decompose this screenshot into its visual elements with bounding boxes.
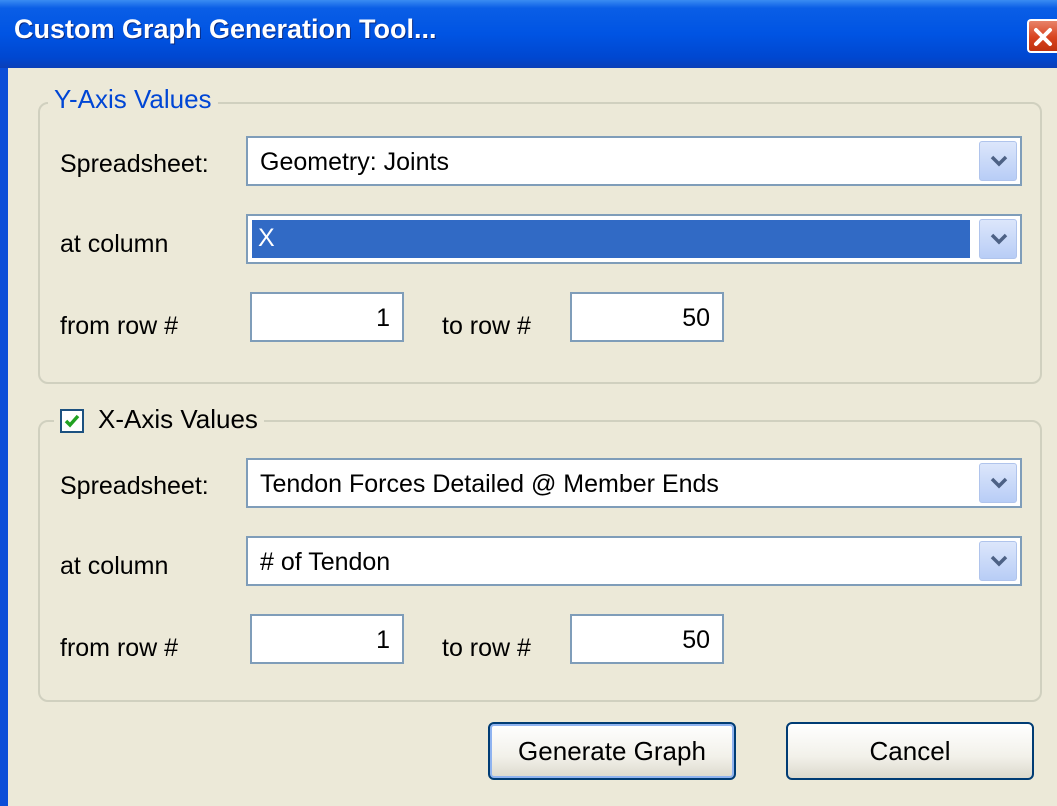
dialog-window: Custom Graph Generation Tool... Y-Axis V… <box>0 0 1057 806</box>
y-to-row-label: to row # <box>442 312 531 340</box>
x-from-row-input[interactable]: 1 <box>250 614 404 664</box>
checkmark-icon <box>64 414 80 428</box>
y-to-row-value: 50 <box>682 304 710 332</box>
x-spreadsheet-value: Tendon Forces Detailed @ Member Ends <box>260 470 719 498</box>
x-column-dropdown-button[interactable] <box>979 541 1017 581</box>
x-from-row-label: from row # <box>60 634 179 662</box>
x-axis-legend: X-Axis Values <box>98 404 258 434</box>
close-button[interactable] <box>1027 19 1057 53</box>
close-icon <box>1034 28 1052 46</box>
cancel-button[interactable]: Cancel <box>786 722 1034 780</box>
x-to-row-value: 50 <box>682 626 710 654</box>
x-to-row-input[interactable]: 50 <box>570 614 724 664</box>
y-spreadsheet-label: Spreadsheet: <box>60 150 209 178</box>
y-column-dropdown[interactable]: X <box>246 214 1022 264</box>
x-to-row-label: to row # <box>442 634 531 662</box>
x-spreadsheet-dropdown[interactable]: Tendon Forces Detailed @ Member Ends <box>246 458 1022 508</box>
y-from-row-value: 1 <box>376 304 390 332</box>
y-spreadsheet-value: Geometry: Joints <box>260 148 449 176</box>
x-axis-checkbox[interactable] <box>60 409 84 433</box>
chevron-down-icon <box>990 155 1008 167</box>
y-column-label: at column <box>60 230 169 258</box>
y-axis-legend: Y-Axis Values <box>48 84 218 115</box>
generate-graph-button[interactable]: Generate Graph <box>488 722 736 780</box>
y-spreadsheet-dropdown[interactable]: Geometry: Joints <box>246 136 1022 186</box>
x-axis-legend-wrap: X-Axis Values <box>54 404 264 438</box>
x-column-label: at column <box>60 552 169 580</box>
chevron-down-icon <box>990 233 1008 245</box>
y-column-dropdown-button[interactable] <box>979 219 1017 259</box>
y-from-row-input[interactable]: 1 <box>250 292 404 342</box>
y-column-value: X <box>258 224 275 252</box>
x-spreadsheet-label: Spreadsheet: <box>60 472 209 500</box>
x-from-row-value: 1 <box>376 626 390 654</box>
y-to-row-input[interactable]: 50 <box>570 292 724 342</box>
title-bar[interactable]: Custom Graph Generation Tool... <box>0 0 1057 68</box>
x-column-value: # of Tendon <box>260 548 391 576</box>
y-from-row-label: from row # <box>60 312 179 340</box>
x-spreadsheet-dropdown-button[interactable] <box>979 463 1017 503</box>
x-column-dropdown[interactable]: # of Tendon <box>246 536 1022 586</box>
chevron-down-icon <box>990 555 1008 567</box>
y-spreadsheet-dropdown-button[interactable] <box>979 141 1017 181</box>
chevron-down-icon <box>990 477 1008 489</box>
window-title: Custom Graph Generation Tool... <box>14 14 437 44</box>
selection-highlight <box>252 220 970 258</box>
dialog-body: Y-Axis Values Spreadsheet: Geometry: Joi… <box>8 68 1057 806</box>
